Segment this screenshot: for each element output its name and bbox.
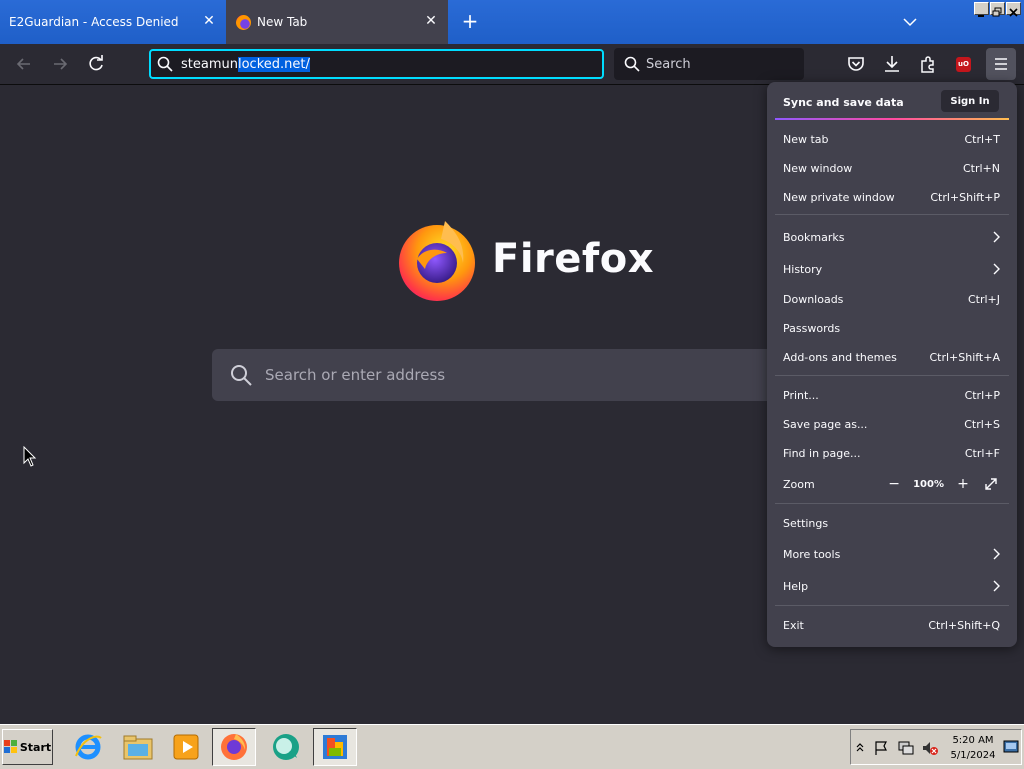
tab-new-tab[interactable]: New Tab ✕ xyxy=(226,0,448,44)
tab-title: New Tab xyxy=(257,15,308,29)
menu-item-zoom: Zoom − 100% + xyxy=(783,474,1000,494)
menu-item-exit[interactable]: Exit Ctrl+Shift+Q xyxy=(783,615,1000,635)
system-tray: 5:20 AM 5/1/2024 xyxy=(850,729,1022,765)
menu-item-passwords[interactable]: Passwords xyxy=(783,318,1000,338)
menu-item-downloads[interactable]: Downloads Ctrl+J xyxy=(783,289,1000,309)
app-menu-panel: Sync and save data Sign In New tab Ctrl+T… xyxy=(767,82,1017,647)
newtab-search-placeholder: Search or enter address xyxy=(265,366,446,384)
search-placeholder: Search xyxy=(646,56,691,72)
menu-separator xyxy=(775,503,1009,504)
zoom-in-icon[interactable]: + xyxy=(954,475,972,493)
window-controls xyxy=(974,2,1021,17)
pocket-icon[interactable] xyxy=(844,52,868,76)
search-bar[interactable]: Search xyxy=(614,48,804,80)
menu-item-find-in-page[interactable]: Find in page... Ctrl+F xyxy=(783,443,1000,463)
zoom-level[interactable]: 100% xyxy=(913,479,944,490)
reload-icon[interactable] xyxy=(84,52,108,76)
chevron-right-icon xyxy=(993,231,1000,243)
network-icon[interactable] xyxy=(897,740,915,756)
sign-in-button[interactable]: Sign In xyxy=(941,90,999,112)
menu-item-new-tab[interactable]: New tab Ctrl+T xyxy=(783,129,1000,149)
menu-item-save-page[interactable]: Save page as... Ctrl+S xyxy=(783,414,1000,434)
close-tab-icon[interactable]: ✕ xyxy=(202,14,216,28)
close-tab-icon[interactable]: ✕ xyxy=(424,14,438,28)
menu-item-addons[interactable]: Add-ons and themes Ctrl+Shift+A xyxy=(783,347,1000,367)
menu-item-new-window[interactable]: New window Ctrl+N xyxy=(783,158,1000,178)
clock-time: 5:20 AM xyxy=(952,735,994,746)
minimize-button[interactable] xyxy=(974,2,989,17)
flag-icon[interactable] xyxy=(873,740,889,756)
forward-arrow-icon[interactable] xyxy=(48,52,72,76)
newtab-search-box[interactable]: Search or enter address xyxy=(212,349,792,401)
show-desktop-icon[interactable] xyxy=(1003,739,1019,755)
menu-item-new-private-window[interactable]: New private window Ctrl+Shift+P xyxy=(783,187,1000,207)
search-icon xyxy=(624,56,640,72)
chevron-right-icon xyxy=(993,580,1000,592)
menu-item-more-tools[interactable]: More tools xyxy=(783,544,1000,564)
windows-flag-icon xyxy=(3,740,17,753)
list-all-tabs-chevron-icon[interactable] xyxy=(898,12,922,32)
start-button[interactable]: Start xyxy=(2,729,53,765)
chevron-right-icon xyxy=(993,548,1000,560)
chat-icon[interactable] xyxy=(264,728,308,766)
search-icon xyxy=(157,56,173,72)
fullscreen-icon[interactable] xyxy=(982,475,1000,493)
menu-item-bookmarks[interactable]: Bookmarks xyxy=(783,227,1000,247)
menu-item-print[interactable]: Print... Ctrl+P xyxy=(783,385,1000,405)
firefox-logo xyxy=(397,219,477,301)
chevron-right-icon xyxy=(993,263,1000,275)
search-icon xyxy=(231,365,252,386)
extensions-icon[interactable] xyxy=(916,52,940,76)
back-arrow-icon[interactable] xyxy=(12,52,36,76)
firefox-wordmark: Firefox xyxy=(492,236,655,282)
menu-item-history[interactable]: History xyxy=(783,259,1000,279)
menu-item-settings[interactable]: Settings xyxy=(783,513,1000,533)
tab-e2guardian[interactable]: E2Guardian - Access Denied ✕ xyxy=(0,0,226,44)
firefox-taskbar-button[interactable] xyxy=(212,728,256,766)
ublock-icon[interactable]: uO xyxy=(956,57,971,72)
url-text: steamunlocked.net/ xyxy=(181,56,310,72)
media-player-icon[interactable] xyxy=(164,728,208,766)
tab-title: E2Guardian - Access Denied xyxy=(9,15,179,29)
firefox-icon xyxy=(221,734,247,760)
restore-button[interactable] xyxy=(990,2,1005,17)
url-bar[interactable]: steamunlocked.net/ xyxy=(149,49,604,79)
menu-separator xyxy=(775,214,1009,215)
menu-item-help[interactable]: Help xyxy=(783,576,1000,596)
clock-date: 5/1/2024 xyxy=(950,750,996,761)
explorer-icon[interactable] xyxy=(116,728,160,766)
zoom-out-icon[interactable]: − xyxy=(885,475,903,493)
nav-toolbar: steamunlocked.net/ Search uO xyxy=(0,44,1024,85)
sync-divider xyxy=(775,118,1009,120)
mouse-cursor-icon xyxy=(23,445,37,472)
hamburger-menu-icon[interactable] xyxy=(986,48,1016,80)
volume-muted-icon[interactable] xyxy=(921,740,939,756)
download-icon[interactable] xyxy=(880,52,904,76)
menu-separator xyxy=(775,605,1009,606)
show-hidden-icons-icon[interactable] xyxy=(855,742,865,752)
firefox-icon xyxy=(236,14,251,30)
close-window-button[interactable] xyxy=(1006,2,1021,17)
tab-bar: E2Guardian - Access Denied ✕ New Tab ✕ + xyxy=(0,0,1024,44)
new-tab-button[interactable]: + xyxy=(458,10,482,34)
menu-separator xyxy=(775,375,1009,376)
ie-icon[interactable] xyxy=(66,728,110,766)
taskbar: Start 5:20 AM 5/1/2024 xyxy=(0,724,1024,769)
clock[interactable]: 5:20 AM 5/1/2024 xyxy=(945,733,1001,763)
office-icon[interactable] xyxy=(313,728,357,766)
